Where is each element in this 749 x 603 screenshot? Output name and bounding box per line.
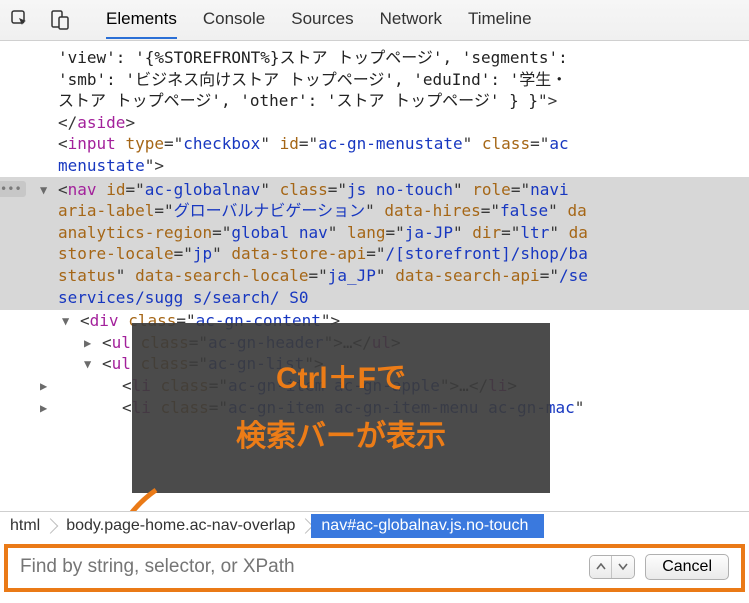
dom-closing-tag[interactable]: </aside>: [22, 112, 749, 134]
crumb-body[interactable]: body.page-home.ac-nav-overlap: [56, 514, 311, 538]
dom-ul1[interactable]: ▶<ul class="ac-gn-header">…</ul>: [22, 332, 749, 354]
collapse-icon[interactable]: ▶: [84, 335, 91, 351]
dom-input[interactable]: <input type="checkbox" id="ac-gn-menusta…: [22, 133, 749, 155]
crumb-nav[interactable]: nav#ac-globalnav.js.no-touch: [311, 514, 544, 538]
dom-nav-l2[interactable]: aria-label="グローバルナビゲーション" data-hires="fa…: [22, 200, 749, 222]
search-bar: Cancel: [4, 544, 745, 592]
expand-icon[interactable]: ▼: [40, 182, 47, 198]
tab-elements[interactable]: Elements: [106, 1, 177, 39]
search-stepper: [589, 555, 635, 579]
crumb-html[interactable]: html: [0, 514, 56, 538]
devtools-toolbar: Elements Console Sources Network Timelin…: [0, 0, 749, 41]
tab-console[interactable]: Console: [203, 1, 265, 39]
dom-nav-l6[interactable]: services/sugg s/search/ S0: [22, 287, 749, 309]
dom-text[interactable]: 'smb': 'ビジネス向けストア トップページ', 'eduInd': '学生…: [22, 69, 749, 91]
dom-ul2[interactable]: ▼<ul class="ac-gn-list">: [22, 353, 749, 375]
dom-tree[interactable]: 'view': '{%STOREFRONT%}ストア トップページ', 'seg…: [0, 41, 749, 511]
dom-selected-node[interactable]: ••• ▼<nav id="ac-globalnav" class="js no…: [0, 177, 749, 311]
device-icon[interactable]: [48, 9, 70, 31]
annotation-line2: 検索バーが表示: [236, 417, 446, 458]
search-prev-button[interactable]: [590, 556, 612, 578]
dom-li1[interactable]: ▶<li class="ac-gn-item ac-gn-apple">…</l…: [22, 375, 749, 397]
search-input[interactable]: [20, 556, 579, 578]
tab-sources[interactable]: Sources: [291, 1, 353, 39]
search-next-button[interactable]: [612, 556, 634, 578]
dom-text[interactable]: ストア トップページ', 'other': 'ストア トップページ' } }">: [22, 90, 749, 112]
inspect-icon[interactable]: [10, 9, 32, 31]
arrow-icon: [86, 485, 176, 511]
dom-nav[interactable]: ▼<nav id="ac-globalnav" class="js no-tou…: [22, 179, 749, 201]
collapse-icon[interactable]: ▶: [40, 400, 47, 416]
cancel-button[interactable]: Cancel: [645, 554, 729, 580]
dom-text[interactable]: 'view': '{%STOREFRONT%}ストア トップページ', 'seg…: [22, 47, 749, 69]
dom-input-cont[interactable]: menustate">: [22, 155, 749, 177]
expand-icon[interactable]: ▼: [84, 356, 91, 372]
dom-li2[interactable]: ▶<li class="ac-gn-item ac-gn-item-menu a…: [22, 397, 749, 419]
dom-nav-l4[interactable]: store-locale="jp" data-store-api="/[stor…: [22, 243, 749, 265]
collapse-icon[interactable]: ▶: [40, 378, 47, 394]
devtools-tabs: Elements Console Sources Network Timelin…: [106, 1, 532, 39]
dom-div[interactable]: ▼<div class="ac-gn-content">: [22, 310, 749, 332]
expand-icon[interactable]: ▼: [62, 313, 69, 329]
breadcrumb: html body.page-home.ac-nav-overlap nav#a…: [0, 511, 749, 540]
dom-nav-l5[interactable]: status" data-search-locale="ja_JP" data-…: [22, 265, 749, 287]
dom-nav-l3[interactable]: analytics-region="global nav" lang="ja-J…: [22, 222, 749, 244]
tab-timeline[interactable]: Timeline: [468, 1, 532, 39]
tab-network[interactable]: Network: [380, 1, 442, 39]
